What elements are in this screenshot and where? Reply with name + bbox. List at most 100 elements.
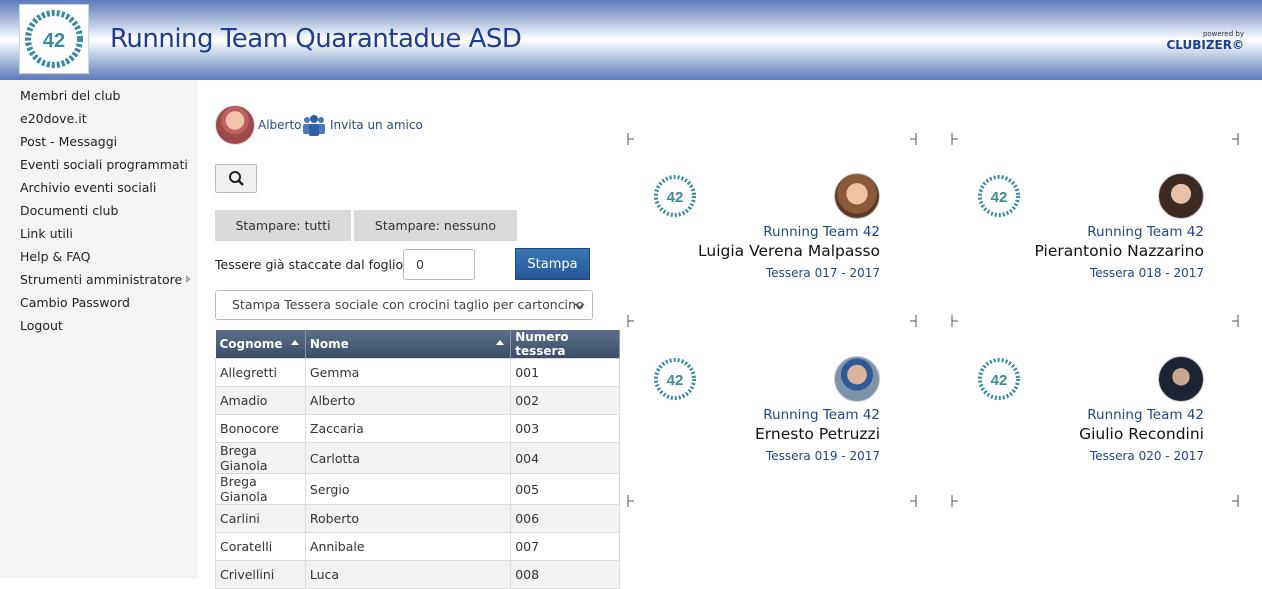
sidebar-item-events-archive[interactable]: Archivio eventi sociali	[0, 179, 198, 202]
app-title: Running Team Quarantadue ASD	[110, 24, 522, 54]
print-mode-value: Stampa Tessera sociale con crocini tagli…	[232, 297, 584, 312]
cell-card-number: 006	[510, 504, 620, 533]
table-row[interactable]: Brega Gianola Carlotta 004	[215, 442, 620, 474]
cell-surname: Crivellini	[215, 560, 306, 589]
sidebar-item-change-password[interactable]: Cambio Password	[0, 294, 198, 317]
sidebar-item-label: Link utili	[20, 226, 73, 241]
sort-asc-icon	[496, 340, 505, 345]
user-name-link[interactable]: Alberto	[258, 118, 302, 132]
card-club-name: Running Team 42	[763, 407, 880, 423]
card-member-name: Luigia Verena Malpasso	[698, 242, 880, 260]
cell-surname: Brega Gianola	[215, 473, 306, 505]
column-header-label: Numero tessera	[515, 330, 569, 358]
detached-cards-input[interactable]: 0	[403, 249, 475, 280]
svg-text:42: 42	[991, 189, 1008, 206]
cell-surname: Amadio	[215, 386, 306, 415]
sidebar-item-label: Logout	[20, 318, 63, 333]
sidebar-item-admin-tools[interactable]: Strumenti amministratore	[0, 271, 198, 294]
sidebar-item-label: Membri del club	[20, 88, 121, 103]
card-club-name: Running Team 42	[1087, 407, 1204, 423]
cell-name: Carlotta	[304, 442, 512, 474]
cell-surname: Carlini	[215, 504, 306, 533]
search-icon	[229, 171, 244, 186]
cell-surname: Brega Gianola	[215, 442, 306, 474]
sidebar-item-posts[interactable]: Post - Messaggi	[0, 133, 198, 156]
cell-name: Gemma	[304, 358, 512, 387]
cell-surname: Bonocore	[215, 414, 306, 443]
sidebar-item-label: Help & FAQ	[20, 249, 91, 264]
search-button[interactable]	[215, 164, 257, 193]
sidebar-item-label: Eventi sociali programmati	[20, 157, 188, 172]
svg-text:42: 42	[991, 372, 1008, 389]
card-club-name: Running Team 42	[1087, 224, 1204, 240]
table-row[interactable]: Brega Gianola Sergio 005	[215, 473, 620, 505]
cell-card-number: 004	[510, 442, 620, 474]
club-logo-text: 42	[43, 30, 65, 52]
print-all-button[interactable]: Stampare: tutti	[215, 210, 351, 241]
card-club-name: Running Team 42	[763, 224, 880, 240]
cell-name: Luca	[304, 560, 512, 589]
cell-surname: Allegretti	[215, 358, 306, 387]
cell-card-number: 005	[510, 473, 620, 505]
club-logo-icon: 42	[654, 175, 696, 217]
print-mode-select[interactable]: Stampa Tessera sociale con crocini tagli…	[215, 290, 593, 320]
column-header-label: Nome	[309, 337, 349, 351]
sidebar-item-label: Archivio eventi sociali	[20, 180, 157, 195]
sort-asc-icon	[290, 340, 299, 345]
club-logo[interactable]: 42	[19, 4, 89, 74]
sidebar-item-label: Post - Messaggi	[20, 134, 118, 149]
members-table: Cognome Nome Numero tessera Allegretti Ge…	[215, 330, 620, 589]
detached-cards-label: Tessere già staccate dal foglio :	[215, 257, 412, 272]
user-avatar[interactable]	[215, 105, 255, 145]
powered-by-clubizer[interactable]: powered by CLUBIZER©	[1166, 30, 1244, 53]
member-photo	[1158, 173, 1204, 219]
card-number: Tessera 017 - 2017	[765, 266, 880, 280]
sidebar: Membri del club e20dove.it Post - Messag…	[0, 80, 198, 578]
cell-card-number: 007	[510, 532, 620, 561]
card-number: Tessera 018 - 2017	[1089, 266, 1204, 280]
clubizer-brand: CLUBIZER©	[1166, 38, 1244, 52]
sidebar-item-label: Cambio Password	[20, 295, 130, 310]
membership-card: 42 Running Team 42 Pierantonio Nazzarino…	[938, 173, 1208, 323]
membership-card: 42 Running Team 42 Giulio Recondini Tess…	[938, 356, 1208, 506]
invite-friend-link[interactable]: Invita un amico	[330, 118, 423, 132]
card-member-name: Pierantonio Nazzarino	[1034, 242, 1205, 260]
sidebar-item-label: e20dove.it	[20, 111, 87, 126]
sidebar-item-links[interactable]: Link utili	[0, 225, 198, 248]
column-header-card-number[interactable]: Numero tessera	[510, 330, 620, 359]
sidebar-item-logout[interactable]: Logout	[0, 317, 198, 340]
card-member-name: Ernesto Petruzzi	[755, 425, 880, 443]
cell-name: Sergio	[304, 473, 512, 505]
app-header: 42 Running Team Quarantadue ASD powered …	[0, 0, 1262, 80]
membership-card: 42 Running Team 42 Ernesto Petruzzi Tess…	[614, 356, 884, 506]
club-logo-icon: 42	[654, 358, 696, 400]
svg-text:42: 42	[667, 372, 684, 389]
cell-name: Annibale	[304, 532, 512, 561]
sidebar-item-members[interactable]: Membri del club	[0, 87, 198, 110]
sidebar-item-documents[interactable]: Documenti club	[0, 202, 198, 225]
print-button[interactable]: Stampa	[515, 248, 590, 280]
chevron-right-icon	[186, 275, 192, 283]
cell-name: Roberto	[304, 504, 512, 533]
table-row[interactable]: Coratelli Annibale 007	[215, 532, 620, 561]
club-logo-icon: 42	[978, 175, 1020, 217]
table-row[interactable]: Carlini Roberto 006	[215, 504, 620, 533]
group-icon[interactable]	[301, 114, 327, 136]
club-logo-icon: 42	[978, 358, 1020, 400]
table-row[interactable]: Amadio Alberto 002	[215, 386, 620, 415]
table-row[interactable]: Allegretti Gemma 001	[215, 358, 620, 387]
print-none-button[interactable]: Stampare: nessuno	[354, 210, 517, 241]
table-row[interactable]: Crivellini Luca 008	[215, 560, 620, 589]
cell-card-number: 003	[510, 414, 620, 443]
cell-name: Alberto	[304, 386, 512, 415]
card-number: Tessera 019 - 2017	[765, 449, 880, 463]
sidebar-item-scheduled-events[interactable]: Eventi sociali programmati	[0, 156, 198, 179]
member-photo	[1158, 356, 1204, 402]
column-header-name[interactable]: Nome	[305, 330, 512, 359]
card-number: Tessera 020 - 2017	[1089, 449, 1204, 463]
column-header-surname[interactable]: Cognome	[215, 330, 306, 359]
sidebar-item-help[interactable]: Help & FAQ	[0, 248, 198, 271]
powered-by-label: powered by	[1202, 30, 1244, 38]
table-row[interactable]: Bonocore Zaccaria 003	[215, 414, 620, 443]
sidebar-item-e20dove[interactable]: e20dove.it	[0, 110, 198, 133]
